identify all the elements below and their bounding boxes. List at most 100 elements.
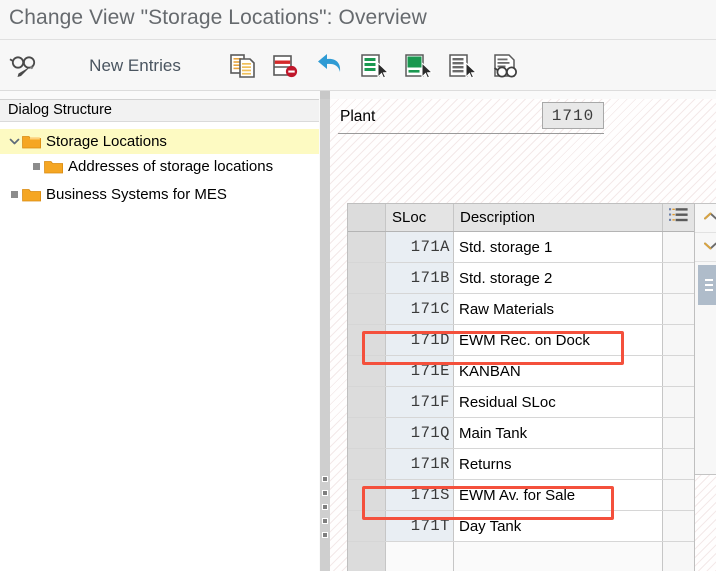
- tree-bullet-icon: [6, 182, 22, 207]
- dialog-structure-title: Dialog Structure: [8, 102, 112, 118]
- chevron-down-icon[interactable]: [6, 129, 22, 154]
- row-selector[interactable]: [348, 542, 386, 571]
- select-all-icon: [360, 53, 390, 79]
- table-scrollbar[interactable]: [695, 203, 716, 475]
- plant-label: Plant: [340, 108, 376, 125]
- cell-sloc[interactable]: [386, 542, 454, 571]
- select-all-button[interactable]: [355, 40, 395, 91]
- table-row[interactable]: 171Q Main Tank: [348, 418, 694, 449]
- copy-as-icon: [229, 53, 257, 79]
- cell-description[interactable]: KANBAN: [454, 356, 663, 386]
- scroll-down-button[interactable]: [695, 233, 716, 262]
- cell-description[interactable]: Raw Materials: [454, 294, 663, 324]
- row-selector-header[interactable]: [348, 204, 386, 231]
- cell-description[interactable]: EWM Av. for Sale: [454, 480, 663, 510]
- table-row[interactable]: 171C Raw Materials: [348, 294, 694, 325]
- splitter-grip-handle[interactable]: [322, 476, 328, 538]
- row-selector[interactable]: [348, 511, 386, 541]
- row-end-spacer: [663, 387, 694, 417]
- cell-sloc[interactable]: 171C: [386, 294, 454, 324]
- title-bar: Change View "Storage Locations": Overvie…: [0, 0, 716, 40]
- plant-field-underline: [338, 133, 604, 134]
- table-row[interactable]: 171D EWM Rec. on Dock: [348, 325, 694, 356]
- sidebar-item-label: Storage Locations: [46, 133, 167, 150]
- column-header-description[interactable]: Description: [454, 204, 663, 231]
- row-selector[interactable]: [348, 356, 386, 386]
- row-selector[interactable]: [348, 325, 386, 355]
- cell-sloc[interactable]: 171A: [386, 232, 454, 262]
- page-title: Change View "Storage Locations": Overvie…: [9, 6, 427, 29]
- table-settings-button[interactable]: [663, 204, 694, 231]
- cell-sloc[interactable]: 171D: [386, 325, 454, 355]
- dialog-structure-header: Dialog Structure: [0, 100, 319, 122]
- sidebar-item-label: Addresses of storage locations: [68, 158, 274, 175]
- row-end-spacer: [663, 232, 694, 262]
- table-row[interactable]: 171T Day Tank: [348, 511, 694, 542]
- row-end-spacer: [663, 480, 694, 510]
- sidebar-item-business-systems-for-mes[interactable]: Business Systems for MES: [0, 182, 319, 207]
- row-selector[interactable]: [348, 418, 386, 448]
- toolbar: New Entries: [0, 40, 716, 91]
- details-icon: [492, 53, 522, 79]
- row-selector[interactable]: [348, 387, 386, 417]
- cell-sloc[interactable]: 171E: [386, 356, 454, 386]
- cell-description[interactable]: Main Tank: [454, 418, 663, 448]
- table-row[interactable]: 171A Std. storage 1: [348, 232, 694, 263]
- sidebar-item-storage-locations[interactable]: Storage Locations: [0, 129, 319, 154]
- cell-description[interactable]: [454, 542, 663, 571]
- table-row[interactable]: 171B Std. storage 2: [348, 263, 694, 294]
- cell-sloc[interactable]: 171R: [386, 449, 454, 479]
- undo-icon: [315, 53, 345, 79]
- plant-field-row: Plant: [338, 102, 604, 134]
- deselect-all-button[interactable]: [443, 40, 483, 91]
- row-selector[interactable]: [348, 449, 386, 479]
- new-entries-button[interactable]: New Entries: [60, 40, 210, 91]
- table-settings-icon: [669, 207, 688, 228]
- cell-sloc[interactable]: 171F: [386, 387, 454, 417]
- sap-gui-window: Change View "Storage Locations": Overvie…: [0, 0, 716, 571]
- row-end-spacer: [663, 418, 694, 448]
- deselect-all-icon: [448, 53, 478, 79]
- scroll-thumb-grip: [705, 278, 713, 293]
- table-row[interactable]: [348, 542, 694, 571]
- row-end-spacer: [663, 356, 694, 386]
- row-selector[interactable]: [348, 480, 386, 510]
- cell-sloc[interactable]: 171S: [386, 480, 454, 510]
- folder-icon: [44, 159, 63, 174]
- table-row[interactable]: 171R Returns: [348, 449, 694, 480]
- details-button[interactable]: [487, 40, 527, 91]
- table-row[interactable]: 171E KANBAN: [348, 356, 694, 387]
- cell-description[interactable]: Day Tank: [454, 511, 663, 541]
- cell-description[interactable]: EWM Rec. on Dock: [454, 325, 663, 355]
- scrollbar-track[interactable]: [695, 262, 716, 472]
- cell-sloc[interactable]: 171Q: [386, 418, 454, 448]
- storage-locations-table: SLoc Description 171A Std. storage 1 171…: [347, 203, 695, 571]
- cell-description[interactable]: Residual SLoc: [454, 387, 663, 417]
- folder-open-icon: [22, 134, 41, 149]
- dialog-structure-pane: Dialog Structure Storage Locations Addre…: [0, 99, 319, 571]
- sidebar-item-addresses-of-storage-locations[interactable]: Addresses of storage locations: [0, 154, 319, 179]
- column-header-sloc[interactable]: SLoc: [386, 204, 454, 231]
- cell-sloc[interactable]: 171B: [386, 263, 454, 293]
- table-row[interactable]: 171S EWM Av. for Sale: [348, 480, 694, 511]
- undo-button[interactable]: [310, 40, 350, 91]
- scrollbar-thumb[interactable]: [698, 265, 716, 305]
- row-selector[interactable]: [348, 232, 386, 262]
- tree-bullet-icon: [28, 154, 44, 179]
- cell-description[interactable]: Std. storage 2: [454, 263, 663, 293]
- row-end-spacer: [663, 263, 694, 293]
- row-selector[interactable]: [348, 294, 386, 324]
- delete-row-button[interactable]: [266, 40, 304, 91]
- cell-sloc[interactable]: 171T: [386, 511, 454, 541]
- plant-input[interactable]: [542, 102, 604, 129]
- cell-description[interactable]: Std. storage 1: [454, 232, 663, 262]
- copy-as-button[interactable]: [224, 40, 262, 91]
- select-block-button[interactable]: [399, 40, 439, 91]
- chevron-up-icon: [703, 209, 716, 227]
- table-row[interactable]: 171F Residual SLoc: [348, 387, 694, 418]
- row-end-spacer: [663, 449, 694, 479]
- cell-description[interactable]: Returns: [454, 449, 663, 479]
- display-change-toggle-button[interactable]: [3, 40, 45, 91]
- scroll-up-button[interactable]: [695, 204, 716, 233]
- row-selector[interactable]: [348, 263, 386, 293]
